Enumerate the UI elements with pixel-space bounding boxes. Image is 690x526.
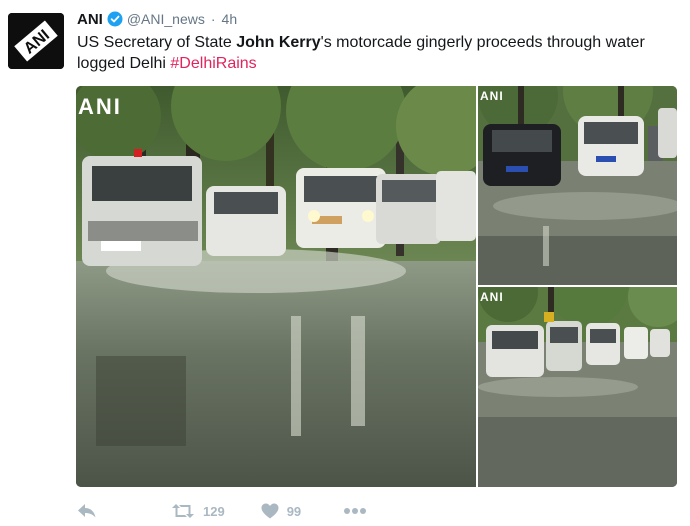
- tweet-text: US Secretary of State John Kerry's motor…: [77, 32, 677, 74]
- photo-bottom-right[interactable]: ANI: [478, 287, 677, 487]
- watermark: ANI: [78, 94, 122, 119]
- tweet-text-prefix: US Secretary of State: [77, 34, 237, 51]
- retweet-button[interactable]: 129: [171, 503, 225, 519]
- photo-main[interactable]: ANI: [76, 86, 476, 487]
- ani-logo-icon: ANI: [8, 13, 64, 69]
- more-dots-icon: [344, 508, 367, 514]
- avatar[interactable]: ANI: [8, 13, 64, 69]
- watermark: ANI: [480, 89, 504, 103]
- tweet[interactable]: ANI ANI @ANI_news · 4h US Secretary of S…: [0, 0, 690, 526]
- retweet-count: 129: [203, 503, 225, 519]
- author-handle[interactable]: @ANI_news: [127, 11, 205, 27]
- like-button[interactable]: 99: [261, 503, 301, 519]
- watermark: ANI: [480, 290, 504, 304]
- retweet-icon: [172, 504, 194, 518]
- tweet-header: ANI @ANI_news · 4h: [77, 9, 237, 29]
- media-grid: ANI ANI ANI: [76, 86, 677, 487]
- hashtag-link[interactable]: #DelhiRains: [170, 55, 256, 72]
- photo-top-right[interactable]: ANI: [478, 86, 677, 285]
- reply-icon: [78, 504, 96, 518]
- tweet-actions: 129 99: [77, 500, 367, 522]
- author-name[interactable]: ANI: [77, 11, 103, 28]
- tweet-text-bold: John Kerry: [236, 34, 321, 51]
- like-count: 99: [286, 503, 302, 519]
- verified-badge-icon: [107, 11, 123, 27]
- more-button[interactable]: [343, 507, 367, 515]
- tweet-timestamp[interactable]: 4h: [222, 11, 238, 27]
- separator-dot: ·: [210, 11, 216, 27]
- reply-button[interactable]: [77, 503, 99, 519]
- heart-icon: [261, 503, 279, 519]
